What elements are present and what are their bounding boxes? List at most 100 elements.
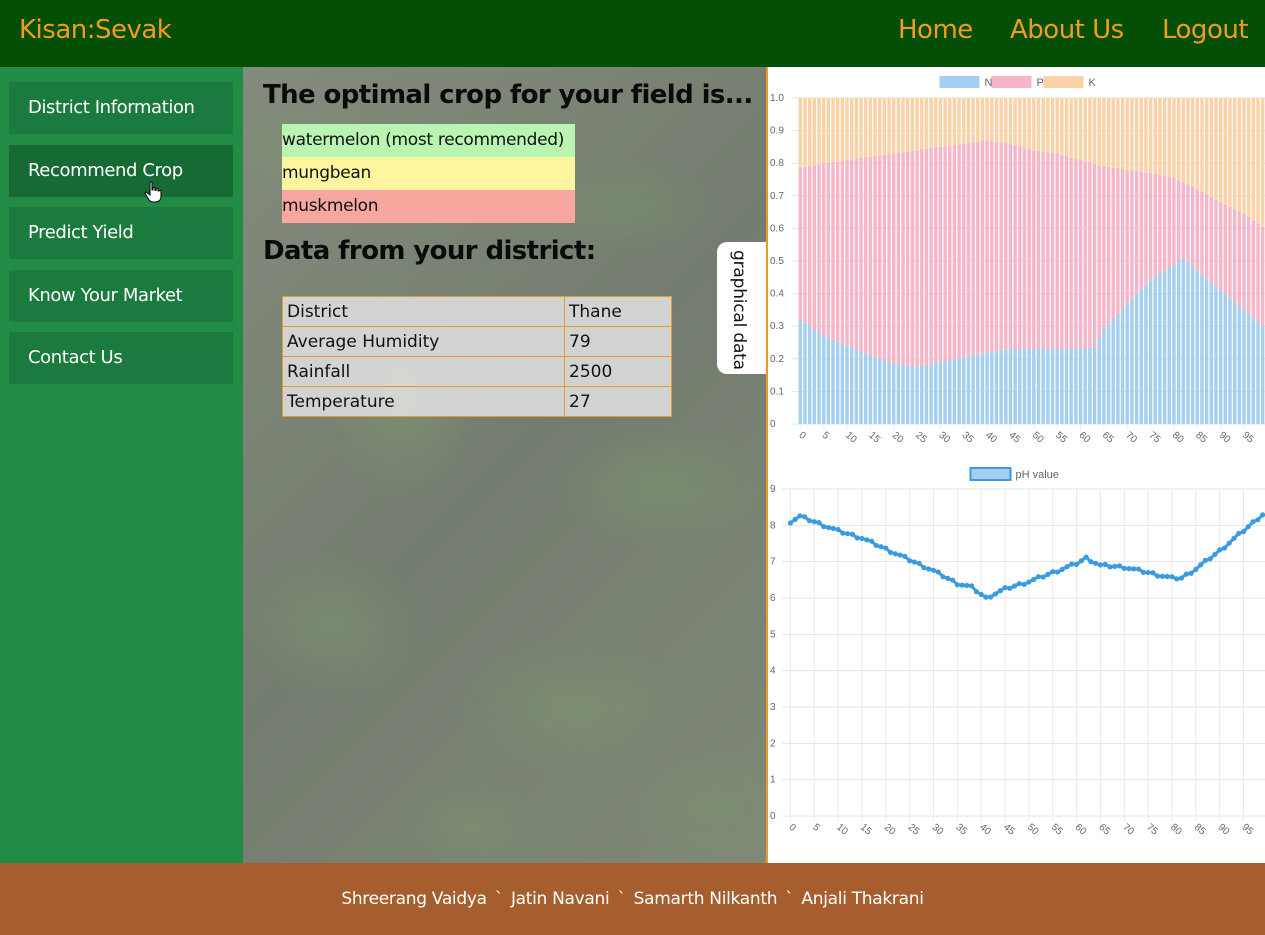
bar-k <box>831 98 835 162</box>
ph-point <box>1026 579 1032 585</box>
bar-k <box>976 98 980 142</box>
x-tick-label: 65 <box>1100 430 1116 446</box>
ph-point <box>1159 573 1166 579</box>
bar-k <box>1036 98 1041 151</box>
bar-k <box>1200 98 1204 192</box>
ph-point <box>921 565 927 571</box>
x-tick-label: 10 <box>843 430 859 446</box>
bar-n <box>1176 261 1181 424</box>
bar-p <box>1162 175 1167 271</box>
bar-k <box>910 98 915 151</box>
graphical-data-tab[interactable]: graphical data <box>717 242 766 374</box>
bar-k <box>835 98 840 162</box>
bar-p <box>1125 169 1129 304</box>
table-cell-key: Rainfall <box>282 356 565 387</box>
ph-point <box>868 538 875 544</box>
bar-n <box>1097 338 1101 424</box>
sidebar-item-predict-yield[interactable]: Predict Yield <box>9 207 233 259</box>
ph-point <box>1231 535 1237 541</box>
bar-n <box>1195 270 1200 424</box>
bar-n <box>1055 349 1059 424</box>
credit-separator: ` <box>785 889 794 909</box>
bar-k <box>1027 98 1031 149</box>
bar-p <box>1064 156 1069 350</box>
y-tick-label: 0.1 <box>770 386 784 397</box>
bar-k <box>1242 98 1246 214</box>
bar-p <box>1204 194 1209 279</box>
bar-p <box>1228 206 1232 299</box>
ph-point <box>926 566 932 572</box>
bar-k <box>957 98 961 145</box>
bar-p <box>1158 174 1162 275</box>
bar-p <box>896 152 901 365</box>
brand-logo[interactable]: Kisan:Sevak <box>19 15 172 45</box>
ph-point <box>1097 562 1104 568</box>
bar-k <box>1018 98 1022 147</box>
bar-n <box>1032 349 1036 424</box>
ph-point <box>1116 563 1123 569</box>
ph-point <box>1078 558 1084 564</box>
bar-p <box>849 159 854 348</box>
bar-k <box>1134 98 1139 172</box>
bar-k <box>1223 98 1228 205</box>
ph-point <box>1260 512 1265 518</box>
bar-n <box>859 351 863 424</box>
bar-p <box>892 153 896 364</box>
bar-n <box>901 364 905 424</box>
x-tick-label: 40 <box>977 822 993 838</box>
bar-k <box>1125 98 1129 170</box>
ph-point <box>1212 551 1218 557</box>
bar-p <box>1167 176 1171 268</box>
bar-n <box>1167 267 1171 424</box>
bar-n <box>892 363 896 424</box>
bar-p <box>934 147 938 364</box>
crop-recommendation-3: muskmelon <box>282 190 575 223</box>
x-tick-label: 0 <box>796 430 808 442</box>
sidebar-item-contact-us[interactable]: Contact Us <box>9 332 233 384</box>
bar-n <box>863 353 868 424</box>
bar-p <box>1041 151 1045 350</box>
ph-point <box>964 582 970 589</box>
bar-p <box>1092 163 1097 348</box>
bar-n <box>924 364 929 424</box>
bar-n <box>1008 349 1013 424</box>
bar-k <box>1260 98 1265 227</box>
sidebar-item-recommend-crop[interactable]: Recommend Crop <box>9 145 233 197</box>
bar-p <box>1218 202 1223 291</box>
bar-k <box>966 98 971 143</box>
y-tick-label: 0.4 <box>770 289 784 300</box>
sidebar-item-district-information[interactable]: District Information <box>9 82 233 134</box>
bar-n <box>994 350 999 424</box>
bar-p <box>1190 186 1195 267</box>
bar-k <box>821 98 826 164</box>
legend-label: N <box>985 77 993 89</box>
ph-point <box>978 591 984 597</box>
ph-point <box>1255 517 1261 523</box>
ph-point <box>992 591 999 597</box>
bar-n <box>920 365 924 424</box>
bar-p <box>840 160 845 344</box>
ph-point <box>1002 585 1008 591</box>
nav-about-us-link[interactable]: About Us <box>1010 15 1124 45</box>
bar-p <box>915 150 919 367</box>
bar-p <box>1022 147 1027 350</box>
bar-n <box>877 358 882 424</box>
bar-n <box>1134 294 1139 424</box>
bar-p <box>1050 152 1055 350</box>
bar-n <box>1004 349 1008 424</box>
ph-point <box>935 569 941 575</box>
bar-p <box>826 162 831 338</box>
nav-home-link[interactable]: Home <box>898 15 973 45</box>
bar-n <box>849 347 854 424</box>
ph-point <box>811 519 817 525</box>
sidebar-item-know-your-market[interactable]: Know Your Market <box>9 270 233 322</box>
bar-n <box>1060 349 1064 424</box>
x-tick-label: 65 <box>1097 822 1113 838</box>
top-navbar: Kisan:Sevak Home About Us Logout <box>0 0 1265 67</box>
ph-point <box>954 582 960 588</box>
ph-point <box>940 574 946 580</box>
legend-label: pH value <box>1016 469 1059 481</box>
ph-point <box>840 530 846 536</box>
nav-logout-link[interactable]: Logout <box>1162 15 1249 45</box>
bar-n <box>948 360 952 424</box>
